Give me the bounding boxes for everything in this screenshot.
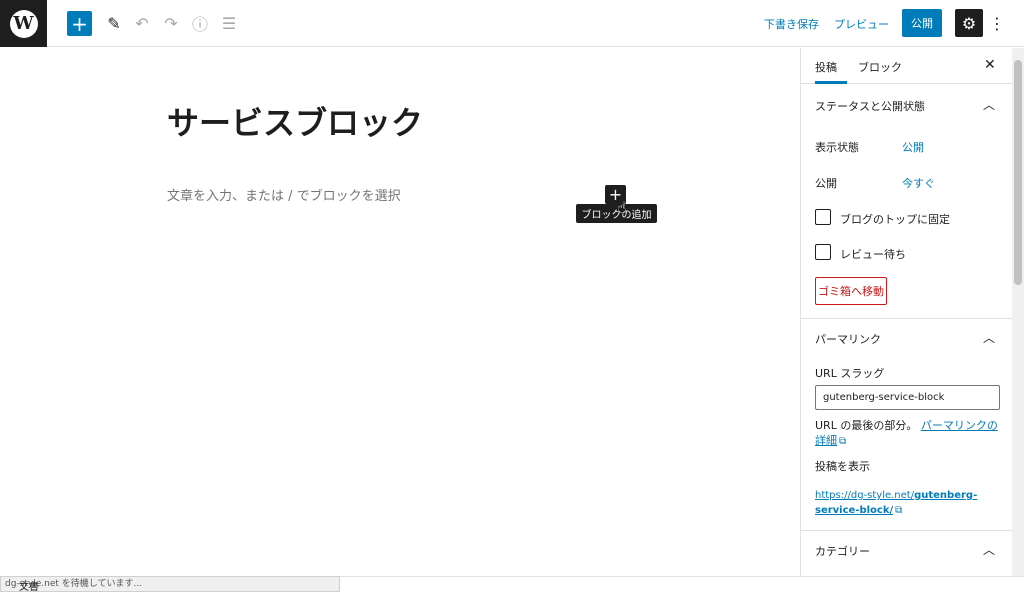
redo-icon[interactable]: ↷ (160, 12, 182, 34)
tools-pencil-icon[interactable]: ✎ (103, 12, 125, 34)
url-slug-input[interactable]: gutenberg-service-block (815, 385, 1000, 410)
external-link-icon: ⧉ (839, 436, 847, 447)
save-draft-button[interactable]: 下書き保存 (764, 16, 819, 32)
move-to-trash-button[interactable]: ゴミ箱へ移動 (815, 277, 887, 305)
view-post-label: 投稿を表示 (815, 460, 870, 473)
editor-canvas: サービスブロック 文章を入力、または / でブロックを選択 + ブロックの追加 … (0, 48, 800, 576)
view-link-prefix: https://dg-style.net/ (815, 490, 915, 501)
document-breadcrumb[interactable]: 文書 (19, 578, 39, 592)
slug-help-text: URL の最後の部分。 パーマリンクの詳細 ⧉ (815, 418, 1005, 449)
external-link-icon: ⧉ (895, 505, 903, 516)
permalink-panel-header[interactable]: パーマリンク ︿ (801, 319, 1012, 359)
url-slug-label: URL スラッグ (815, 367, 885, 380)
pending-review-checkbox[interactable] (815, 244, 831, 260)
wordpress-logo-icon: W (9, 9, 38, 38)
status-panel-title: ステータスと公開状態 (815, 100, 925, 113)
sidebar-scroll-thumb[interactable] (1014, 60, 1022, 285)
undo-icon[interactable]: ↶ (131, 12, 153, 34)
hand-cursor-icon: ☝ (617, 198, 627, 217)
info-icon[interactable]: ⓘ (189, 12, 211, 34)
permalink-panel-title: パーマリンク (815, 333, 881, 346)
publish-button[interactable]: 公開 (902, 9, 942, 37)
browser-status-bubble: dg-style.net を待機しています... (0, 576, 340, 592)
settings-sidebar: 投稿 ブロック ✕ ステータスと公開状態 ︿ 表示状態 公開 公開 今すぐ ブロ… (800, 48, 1012, 576)
slug-help-description: URL の最後の部分。 (815, 419, 918, 432)
sticky-label: ブログのトップに固定 (840, 213, 950, 226)
visibility-toggle[interactable]: 公開 (902, 139, 924, 155)
chevron-up-icon: ︿ (983, 331, 996, 345)
more-options-icon[interactable]: ⋮ (989, 12, 1005, 34)
chevron-up-icon: ︿ (983, 98, 996, 112)
chevron-up-icon: ︿ (983, 543, 996, 557)
tab-block[interactable]: ブロック (858, 59, 902, 75)
status-panel-header[interactable]: ステータスと公開状態 ︿ (801, 86, 1012, 126)
close-icon[interactable]: ✕ (984, 57, 996, 73)
settings-button[interactable]: ⚙ (955, 9, 983, 37)
preview-button[interactable]: プレビュー (834, 16, 889, 32)
paragraph-placeholder[interactable]: 文章を入力、または / でブロックを選択 (167, 185, 401, 204)
outline-list-icon[interactable]: ☰ (218, 12, 240, 34)
gear-icon: ⚙ (961, 13, 977, 33)
visibility-label: 表示状態 (815, 141, 859, 154)
sticky-checkbox[interactable] (815, 209, 831, 225)
publish-label: 公開 (815, 177, 837, 190)
tab-post[interactable]: 投稿 (815, 59, 837, 75)
category-panel-title: カテゴリー (815, 545, 870, 558)
wordpress-logo-button[interactable]: W (0, 0, 47, 47)
category-panel-header[interactable]: カテゴリー ︿ (801, 531, 1012, 571)
publish-date-toggle[interactable]: 今すぐ (902, 175, 935, 191)
top-toolbar: W + ✎ ↶ ↷ ⓘ ☰ 下書き保存 プレビュー 公開 ⚙ ⋮ (0, 0, 1024, 47)
pending-review-label: レビュー待ち (840, 248, 906, 261)
block-inserter-button[interactable]: + (67, 11, 92, 36)
view-post-link-wrap: https://dg-style.net/gutenberg-service-b… (815, 488, 1005, 518)
app-window: W + ✎ ↶ ↷ ⓘ ☰ 下書き保存 プレビュー 公開 ⚙ ⋮ サービスブロッ… (0, 0, 1024, 592)
active-tab-indicator (815, 81, 847, 84)
post-title[interactable]: サービスブロック (167, 98, 423, 144)
sidebar-tabs: 投稿 ブロック ✕ (801, 48, 1012, 84)
